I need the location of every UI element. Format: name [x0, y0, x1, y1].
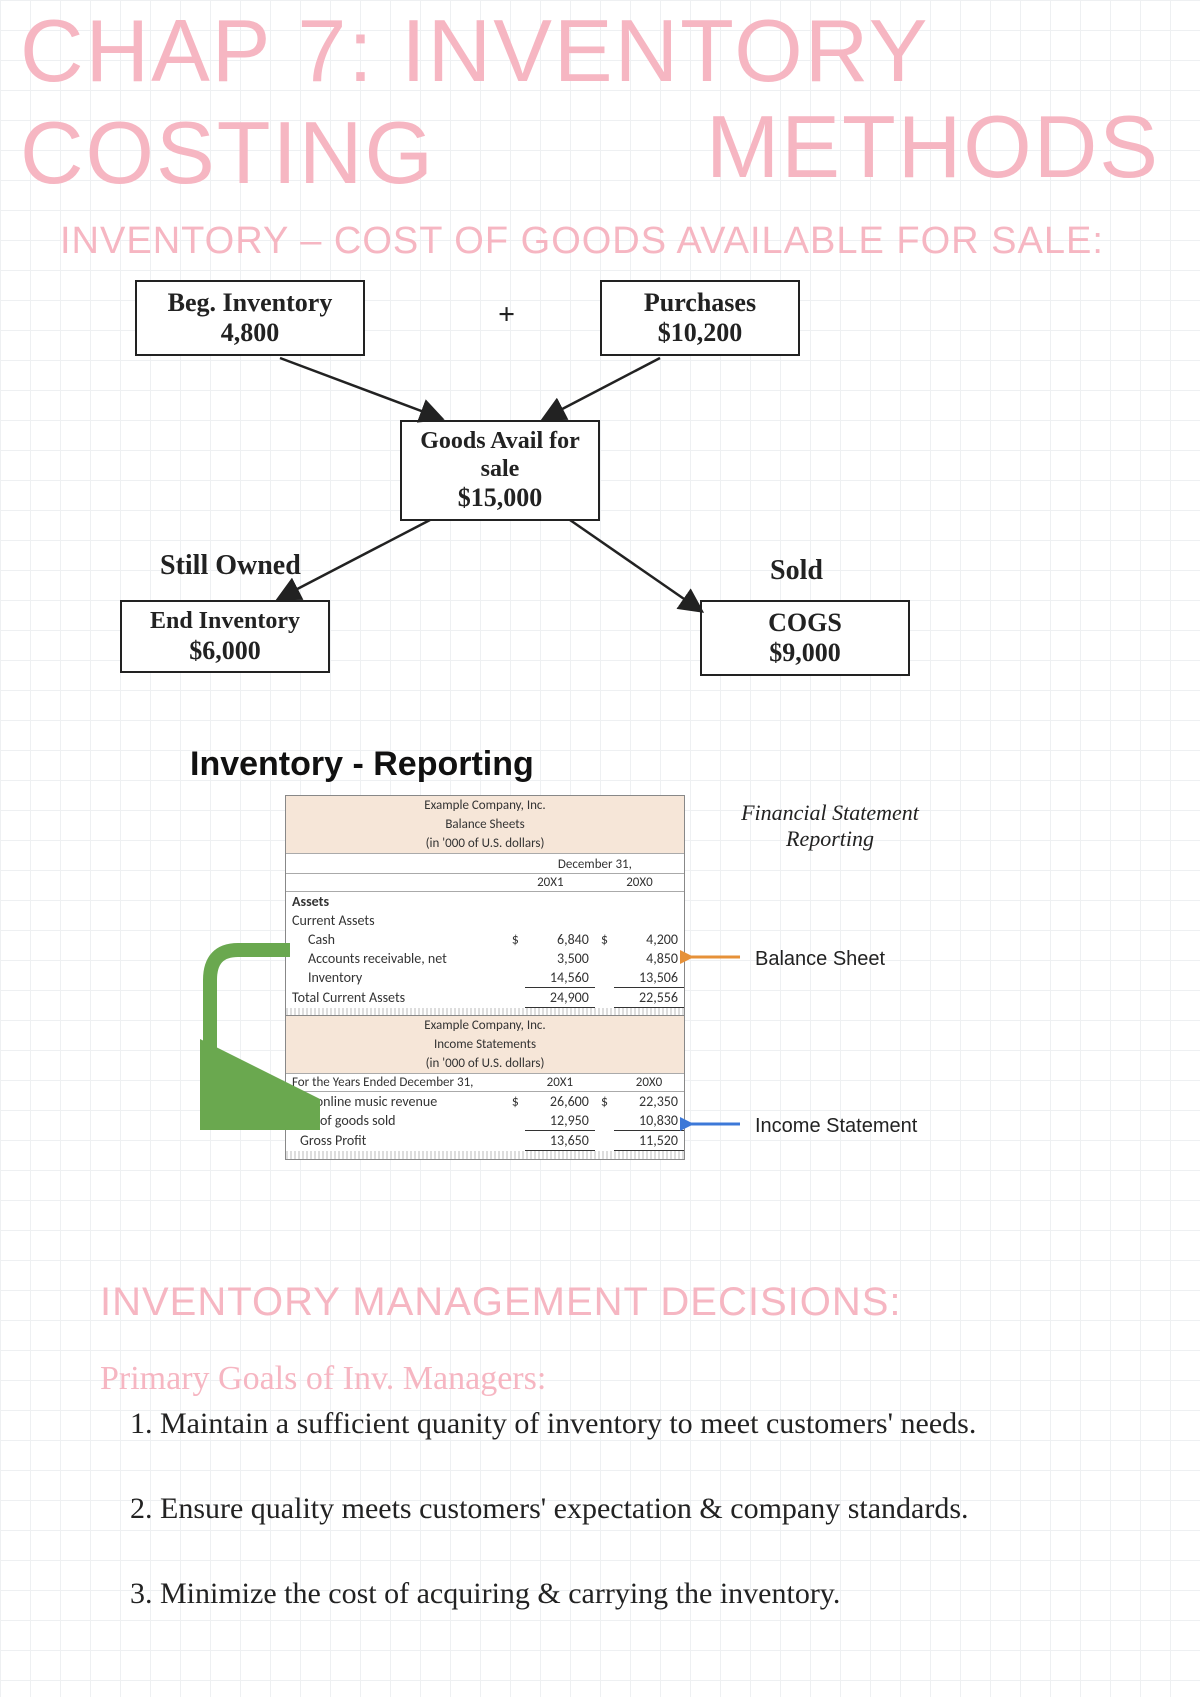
- is-col1: 20X1: [525, 1074, 595, 1092]
- cogs-label: COGS: [710, 608, 900, 638]
- beg-inv-value: 4,800: [145, 318, 355, 348]
- is-company: Example Company, Inc.: [286, 1016, 684, 1035]
- is-row-rev-a: 26,600: [525, 1092, 595, 1112]
- is-gp-b: 11,520: [614, 1131, 684, 1151]
- box-cogs: COGS $9,000: [700, 600, 910, 676]
- bs-assets: Assets: [286, 892, 491, 912]
- is-col2: 20X0: [614, 1074, 684, 1092]
- beg-inv-label: Beg. Inventory: [145, 288, 355, 318]
- box-beg-inventory: Beg. Inventory 4,800: [135, 280, 365, 356]
- is-gp-label: Gross Profit: [286, 1131, 506, 1151]
- purchases-value: $10,200: [610, 318, 790, 348]
- income-statement-annotation: Income Statement: [755, 1115, 917, 1138]
- bs-row-ar-b: 4,850: [614, 949, 684, 968]
- purchases-label: Purchases: [610, 288, 790, 318]
- end-inv-value: $6,000: [130, 636, 320, 666]
- bs-row-inv-b: 13,506: [614, 968, 684, 988]
- is-sub: (in '000 of U.S. dollars): [286, 1054, 684, 1073]
- bs-total-b: 22,556: [614, 988, 684, 1008]
- bs-period: December 31,: [506, 854, 684, 874]
- goods-avail-label: Goods Avail for sale: [410, 428, 590, 483]
- plus-symbol: +: [498, 298, 515, 332]
- cogs-value: $9,000: [710, 638, 900, 668]
- financial-statement-reporting-label: Financial Statement Reporting: [720, 800, 940, 853]
- box-end-inventory: End Inventory $6,000: [120, 600, 330, 673]
- bs-row-ar-a: 3,500: [525, 949, 595, 968]
- is-row-cogs-b: 10,830: [614, 1111, 684, 1131]
- bs-total-a: 24,900: [525, 988, 595, 1008]
- bs-row-cash-b: 4,200: [614, 930, 684, 949]
- end-inv-label: End Inventory: [130, 608, 320, 636]
- bs-company: Example Company, Inc.: [286, 796, 684, 815]
- is-row-cogs-a: 12,950: [525, 1111, 595, 1131]
- is-row-rev-b: 22,350: [614, 1092, 684, 1112]
- section-inventory-cgas: INVENTORY – COST OF GOODS AVAILABLE FOR …: [60, 220, 1104, 263]
- balance-sheet-table: Example Company, Inc. Balance Sheets (in…: [285, 795, 685, 1017]
- bs-col2: 20X0: [595, 874, 684, 892]
- primary-goals-heading: Primary Goals of Inv. Managers:: [100, 1360, 546, 1398]
- chapter-title-line2: METHODS: [706, 96, 1160, 198]
- bs-row-cash-a: 6,840: [525, 930, 595, 949]
- is-title: Income Statements: [286, 1035, 684, 1054]
- is-gp-a: 13,650: [525, 1131, 595, 1151]
- still-owned-label: Still Owned: [160, 550, 301, 582]
- box-goods-available: Goods Avail for sale $15,000: [400, 420, 600, 521]
- box-purchases: Purchases $10,200: [600, 280, 800, 356]
- bs-row-inv-a: 14,560: [525, 968, 595, 988]
- green-link-arrow: [200, 940, 320, 1130]
- balance-sheet-annotation: Balance Sheet: [755, 948, 885, 971]
- goal-2: 2. Ensure quality meets customers' expec…: [130, 1490, 1140, 1528]
- bs-current-assets: Current Assets: [286, 911, 491, 930]
- goal-1: 1. Maintain a sufficient quanity of inve…: [130, 1405, 1140, 1443]
- goal-3: 3. Minimize the cost of acquiring & carr…: [130, 1575, 1140, 1613]
- inventory-reporting-heading: Inventory - Reporting: [190, 745, 534, 784]
- income-statement-table: Example Company, Inc. Income Statements …: [285, 1015, 685, 1160]
- bs-sub: (in '000 of U.S. dollars): [286, 834, 684, 853]
- goods-avail-value: $15,000: [410, 483, 590, 513]
- sold-label: Sold: [770, 555, 823, 587]
- bs-col1: 20X1: [506, 874, 595, 892]
- section-inventory-mgmt: INVENTORY MANAGEMENT DECISIONS:: [100, 1280, 902, 1325]
- bs-title: Balance Sheets: [286, 815, 684, 834]
